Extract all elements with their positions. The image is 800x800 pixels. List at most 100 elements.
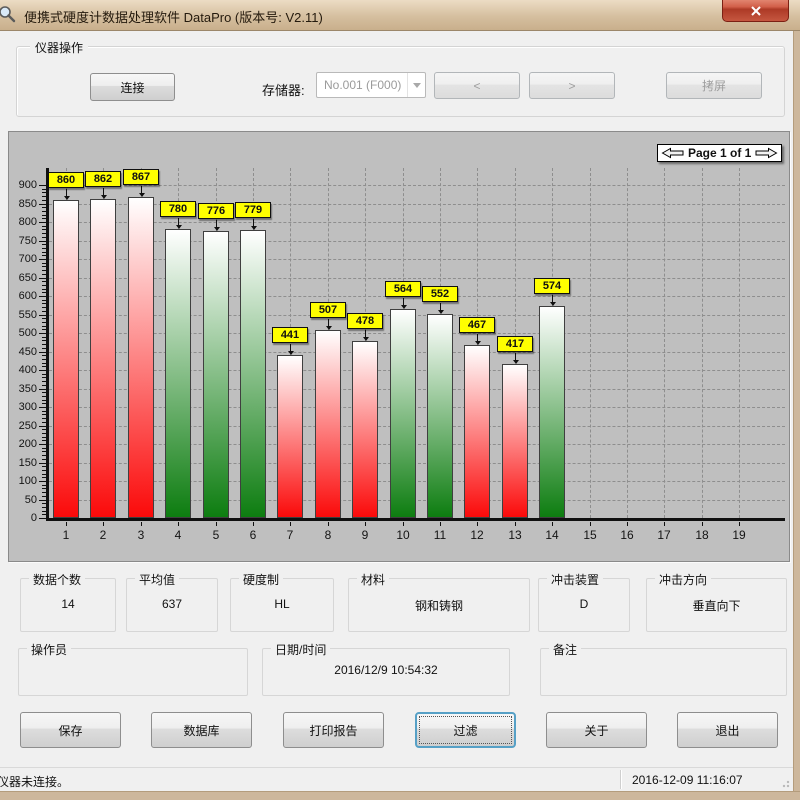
about-button[interactable]: 关于 [546,712,647,748]
y-minor-tick [42,477,46,478]
bar [165,229,191,518]
y-tick-label: 350 [9,383,37,395]
y-tick-label: 700 [9,253,37,265]
print-report-button[interactable]: 打印报告 [283,712,384,748]
y-minor-tick [42,451,46,452]
bar-value-label: 507 [310,302,346,318]
y-minor-tick [42,192,46,193]
y-tick-label: 550 [9,309,37,321]
y-tick-label: 800 [9,216,37,228]
bar-value-label: 779 [235,202,271,218]
status-message: 仪器未连接。 [0,773,69,790]
x-tick [216,522,217,526]
bar [277,355,303,518]
y-minor-tick [42,252,46,253]
x-tick-label: 1 [53,528,79,542]
y-minor-tick [42,459,46,460]
x-tick [515,522,516,526]
y-major-tick [39,278,46,279]
bar-value-label: 780 [160,201,196,217]
grid-line-horizontal [49,352,785,353]
bar-label-arrow [328,319,329,326]
page-next-icon[interactable] [754,147,778,159]
info-value: D [539,597,629,611]
grid-line-horizontal [49,500,785,501]
x-axis [46,518,785,521]
y-tick-label: 200 [9,438,37,450]
x-tick [66,522,67,526]
storage-select[interactable]: No.001 (F000) [316,72,426,98]
grid-line-vertical [627,168,628,518]
y-minor-tick [42,200,46,201]
bar-label-arrow [290,344,291,351]
y-tick-label: 450 [9,346,37,358]
prev-page-button[interactable]: < [434,72,520,99]
y-minor-tick [42,470,46,471]
y-minor-tick [42,400,46,401]
connect-button[interactable]: 连接 [90,73,175,101]
info-label: 冲击方向 [655,571,711,588]
y-minor-tick [42,507,46,508]
next-page-button[interactable]: > [529,72,615,99]
info-label: 备注 [549,641,581,658]
exit-button[interactable]: 退出 [677,712,778,748]
window-title: 便携式硬度计数据处理软件 DataPro (版本号: V2.11) [24,7,323,26]
bar-label-arrowhead [475,341,481,345]
y-major-tick [39,296,46,297]
bar-label-arrow [216,220,217,227]
x-tick [627,522,628,526]
x-tick [403,522,404,526]
copy-screen-button[interactable]: 拷屏 [666,72,762,99]
y-minor-tick [42,218,46,219]
y-minor-tick [42,318,46,319]
y-minor-tick [42,466,46,467]
y-minor-tick [42,403,46,404]
bar-value-label: 862 [85,171,121,187]
y-minor-tick [42,381,46,382]
info-value: 垂直向下 [647,597,786,614]
info-label: 硬度制 [239,571,283,588]
info-remarks: 备注 [540,648,787,696]
resize-grip[interactable] [778,776,790,788]
y-tick-label: 100 [9,475,37,487]
grid-line-horizontal [49,426,785,427]
y-minor-tick [42,329,46,330]
info-average: 平均值 637 [126,578,218,632]
storage-select-arrow[interactable] [407,73,425,97]
page-prev-icon[interactable] [661,147,685,159]
database-button[interactable]: 数据库 [151,712,252,748]
x-tick [664,522,665,526]
y-minor-tick [42,289,46,290]
x-tick-label: 14 [539,528,565,542]
y-minor-tick [42,418,46,419]
y-minor-tick [42,211,46,212]
bar-label-arrow [178,218,179,225]
x-tick-label: 19 [726,528,752,542]
x-tick-label: 12 [464,528,490,542]
info-hardness-scale: 硬度制 HL [230,578,334,632]
y-minor-tick [42,303,46,304]
grid-line-horizontal [49,333,785,334]
grid-line-horizontal [49,278,785,279]
bar [203,231,229,518]
bar-label-arrowhead [288,351,294,355]
statusbar-divider [620,770,621,789]
close-button[interactable] [722,0,789,22]
bar-label-arrow [66,189,67,196]
x-tick-label: 18 [689,528,715,542]
bar-label-arrowhead [101,195,107,199]
info-datetime: 日期/时间 2016/12/9 10:54:32 [262,648,510,696]
bar-label-arrow [403,298,404,305]
x-tick [328,522,329,526]
y-major-tick [39,352,46,353]
save-button[interactable]: 保存 [20,712,121,748]
filter-button[interactable]: 过滤 [415,712,516,748]
bar-value-label: 867 [123,169,159,185]
bar [390,309,416,518]
y-minor-tick [42,440,46,441]
y-minor-tick [42,207,46,208]
y-minor-tick [42,255,46,256]
x-tick [141,522,142,526]
y-minor-tick [42,503,46,504]
bar [464,345,490,518]
